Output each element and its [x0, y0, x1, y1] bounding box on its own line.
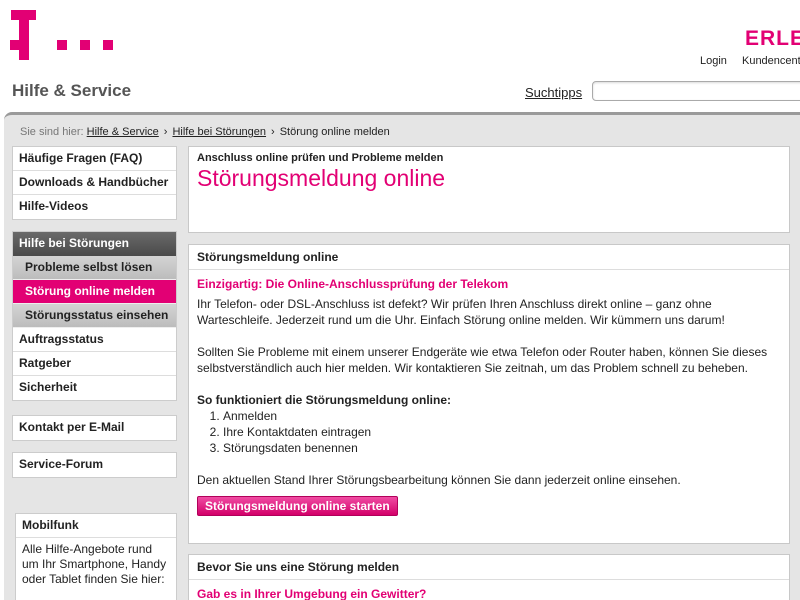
- site-title: Hilfe & Service: [12, 81, 132, 100]
- sidebar-item-auftragsstatus[interactable]: Auftragsstatus: [13, 328, 176, 352]
- page-title: Störungsmeldung online: [197, 165, 446, 191]
- chevron-right-icon: ›: [163, 126, 168, 138]
- sidebar-group-forum: Service-Forum: [12, 452, 177, 478]
- slogan: ERLEB: [745, 27, 800, 50]
- stoerungsmeldung-panel: Störungsmeldung online Einzigartig: Die …: [188, 244, 790, 544]
- list-item: Störungsdaten benennen: [223, 440, 781, 456]
- suchtipps-link[interactable]: Suchtipps: [525, 85, 582, 100]
- steps-title: So funktioniert die Störungsmeldung onli…: [197, 393, 451, 407]
- sidebar-group-general: Häufige Fragen (FAQ) Downloads & Handbüc…: [12, 146, 177, 220]
- panel-header: Störungsmeldung online: [189, 245, 789, 270]
- sidebar-item-faq[interactable]: Häufige Fragen (FAQ): [13, 147, 176, 171]
- list-item: Anmelden: [223, 408, 781, 424]
- panel-body: Einzigartig: Die Online-Anschlussprüfung…: [189, 270, 789, 522]
- paragraph: Den aktuellen Stand Ihrer Störungsbearbe…: [197, 473, 681, 487]
- paragraph: Sollten Sie Probleme mit einem unserer E…: [197, 345, 768, 375]
- intro-panel: Anschluss online prüfen und Probleme mel…: [188, 146, 790, 233]
- mobilfunk-box: Mobilfunk Alle Hilfe-Angebote rund um Ih…: [15, 513, 177, 600]
- breadcrumb-current: Störung online melden: [279, 126, 390, 138]
- login-link[interactable]: Login: [700, 55, 727, 67]
- sidebar-item-downloads[interactable]: Downloads & Handbücher: [13, 171, 176, 195]
- sidebar-item-videos[interactable]: Hilfe-Videos: [13, 195, 176, 219]
- breadcrumb: Sie sind hier: Hilfe & Service › Hilfe bei…: [20, 126, 390, 138]
- sidebar-item-ratgeber[interactable]: Ratgeber: [13, 352, 176, 376]
- sidebar-item-sicherheit[interactable]: Sicherheit: [13, 376, 176, 400]
- paragraph: Ihr Telefon- oder DSL-Anschluss ist defe…: [197, 297, 725, 327]
- kundencenter-link[interactable]: Kundencenter: [742, 55, 800, 67]
- intro-subtitle: Anschluss online prüfen und Probleme mel…: [197, 152, 444, 164]
- start-stoerungsmeldung-button[interactable]: Störungsmeldung online starten: [197, 496, 398, 516]
- steps-list: Anmelden Ihre Kontaktdaten eintragen Stö…: [223, 408, 781, 456]
- sidebar-head-stoerungen[interactable]: Hilfe bei Störungen: [13, 232, 176, 256]
- sidebar-sub-stoerung-melden[interactable]: Störung online melden: [13, 280, 176, 304]
- sidebar-item-kontakt[interactable]: Kontakt per E-Mail: [13, 416, 176, 440]
- sidebar-sub-probleme[interactable]: Probleme selbst lösen: [13, 256, 176, 280]
- sidebar-item-forum[interactable]: Service-Forum: [13, 453, 176, 477]
- highlight-heading: Gab es in Ihrer Umgebung ein Gewitter?: [197, 587, 427, 600]
- mobilfunk-text: Alle Hilfe-Angebote rund um Ihr Smartpho…: [22, 542, 167, 586]
- chevron-right-icon: ›: [271, 126, 275, 138]
- search-input[interactable]: [592, 81, 800, 101]
- breadcrumb-item[interactable]: Hilfe & Service: [87, 126, 159, 138]
- mobilfunk-title: Mobilfunk: [16, 514, 176, 538]
- highlight-heading: Einzigartig: Die Online-Anschlussprüfung…: [197, 277, 509, 291]
- sidebar-sub-stoerungsstatus[interactable]: Störungsstatus einsehen: [13, 304, 176, 328]
- panel-body: Gab es in Ihrer Umgebung ein Gewitter?: [189, 580, 789, 600]
- top-links: Login Kundencenter: [700, 55, 800, 67]
- list-item: Ihre Kontaktdaten eintragen: [223, 424, 781, 440]
- sidebar-group-stoerungen: Hilfe bei Störungen Probleme selbst löse…: [12, 231, 177, 401]
- breadcrumb-prefix: Sie sind hier:: [20, 126, 84, 138]
- bevor-panel: Bevor Sie uns eine Störung melden Gab es…: [188, 554, 790, 600]
- sidebar-group-contact: Kontakt per E-Mail: [12, 415, 177, 441]
- panel-header: Bevor Sie uns eine Störung melden: [189, 555, 789, 580]
- breadcrumb-item[interactable]: Hilfe bei Störungen: [172, 126, 266, 138]
- telekom-logo[interactable]: [10, 10, 113, 60]
